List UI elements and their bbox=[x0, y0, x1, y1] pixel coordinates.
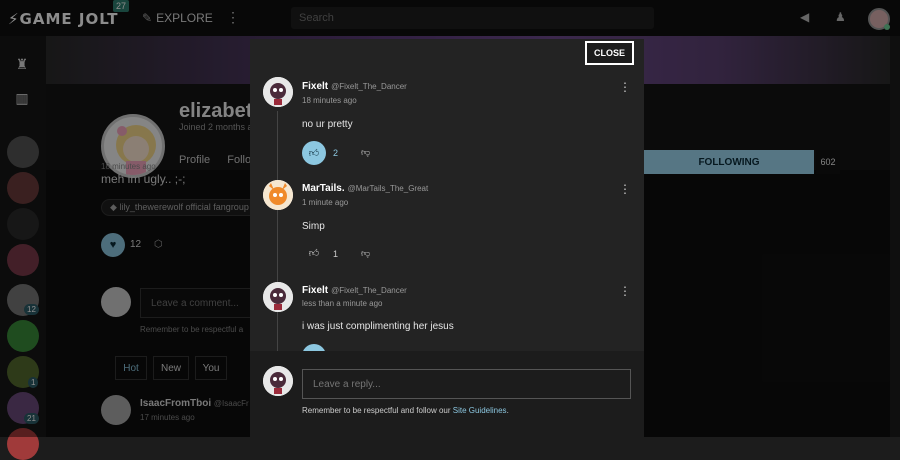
comment-author[interactable]: MarTails. @MarTails_The_Great bbox=[302, 183, 428, 194]
comment-author-name: MarTails. bbox=[302, 183, 345, 194]
avatar-image bbox=[263, 77, 293, 107]
upvote-button[interactable]: 👍︎ bbox=[302, 241, 326, 265]
comment-text: no ur pretty bbox=[302, 119, 353, 130]
comment-avatar[interactable] bbox=[263, 77, 293, 107]
comment-author-name: Fixelt bbox=[302, 285, 329, 296]
vote-count: 1 bbox=[333, 249, 339, 259]
comment-item: MarTails. @MarTails_The_Great 1 minute ag… bbox=[250, 180, 644, 280]
avatar-image bbox=[263, 366, 293, 396]
reply-avatar bbox=[263, 366, 293, 396]
thumbs-down-icon[interactable]: 👎︎ bbox=[361, 248, 370, 259]
comment-author[interactable]: Fixelt @Fixelt_The_Dancer bbox=[302, 285, 407, 296]
comment-options-icon[interactable]: ⋮ bbox=[619, 182, 631, 196]
vote-count: 2 bbox=[333, 148, 339, 158]
comment-item: Fixelt @Fixelt_The_Dancer 18 minutes ago … bbox=[250, 77, 644, 177]
avatar-image bbox=[263, 282, 293, 312]
comment-author-name: Fixelt bbox=[302, 81, 329, 92]
comment-time: 1 minute ago bbox=[302, 198, 349, 207]
reply-input[interactable] bbox=[302, 369, 631, 399]
site-guidelines-link[interactable]: Site Guidelines bbox=[453, 406, 507, 415]
comment-options-icon[interactable]: ⋮ bbox=[619, 80, 631, 94]
close-button[interactable]: CLOSE bbox=[585, 41, 634, 65]
thumbs-up-icon: 👍︎ bbox=[308, 148, 320, 159]
comment-time: less than a minute ago bbox=[302, 299, 383, 308]
reply-composer: Remember to be respectful and follow our… bbox=[250, 351, 644, 437]
avatar-image bbox=[263, 180, 293, 210]
comment-author[interactable]: Fixelt @Fixelt_The_Dancer bbox=[302, 81, 407, 92]
reply-note-text: Remember to be respectful and follow our bbox=[302, 406, 453, 415]
comment-text: Simp bbox=[302, 221, 325, 232]
comment-options-icon[interactable]: ⋮ bbox=[619, 284, 631, 298]
comment-author-handle: @Fixelt_The_Dancer bbox=[331, 82, 407, 91]
comment-thread-modal: CLOSE Fixelt @Fixelt_The_Dancer 18 minute… bbox=[250, 39, 644, 437]
reply-guideline-note: Remember to be respectful and follow our… bbox=[302, 406, 509, 415]
reply-note-suffix: . bbox=[506, 406, 509, 415]
comment-avatar[interactable] bbox=[263, 282, 293, 312]
thumbs-up-icon: 👍︎ bbox=[308, 248, 320, 259]
thumbs-down-icon[interactable]: 👎︎ bbox=[361, 147, 370, 158]
comment-text: i was just complimenting her jesus bbox=[302, 321, 454, 332]
upvote-button[interactable]: 👍︎ bbox=[302, 141, 326, 165]
comment-author-handle: @Fixelt_The_Dancer bbox=[331, 286, 407, 295]
comment-author-handle: @MarTails_The_Great bbox=[347, 184, 429, 193]
comment-avatar[interactable] bbox=[263, 180, 293, 210]
comment-time: 18 minutes ago bbox=[302, 96, 357, 105]
